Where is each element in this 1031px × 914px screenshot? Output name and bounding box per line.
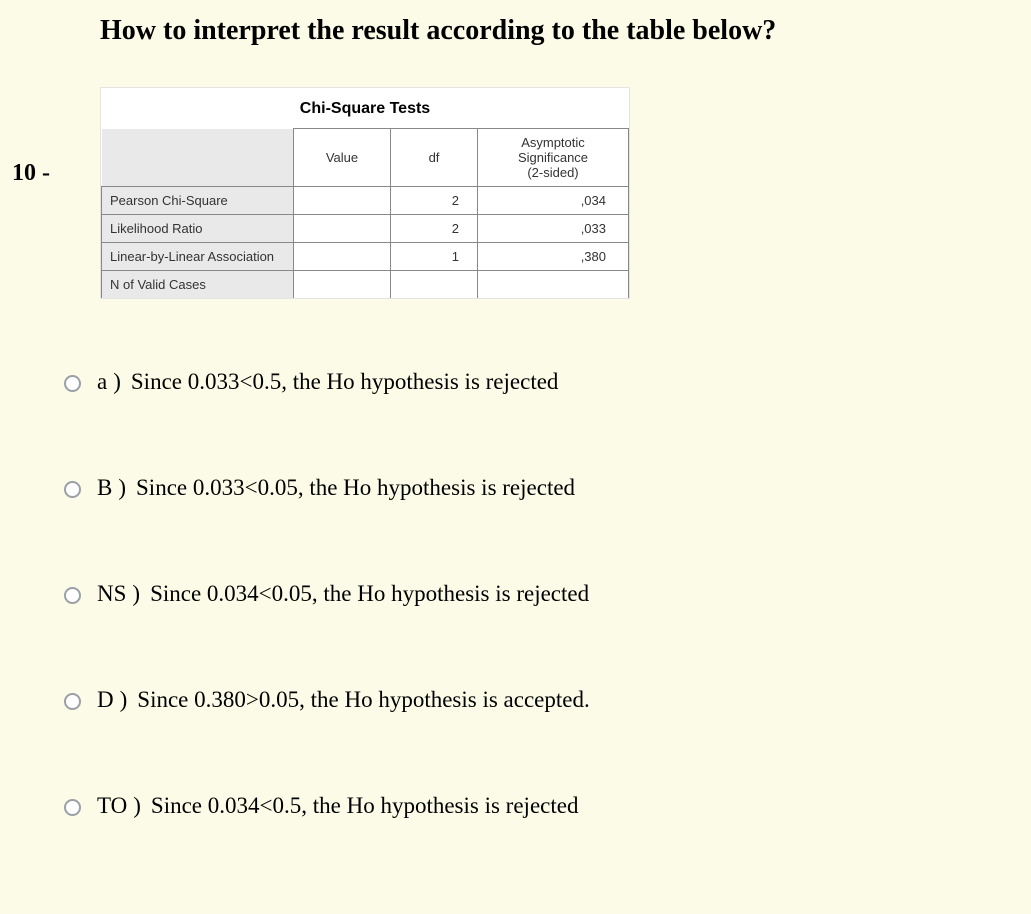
option-letter: TO	[97, 793, 127, 819]
option-b[interactable]: B ) Since 0.033<0.05, the Ho hypothesis …	[100, 475, 1031, 501]
option-letter: B	[97, 475, 112, 501]
option-radio[interactable]	[64, 799, 81, 816]
cell-df: 2	[391, 187, 478, 215]
table-title: Chi-Square Tests	[101, 88, 629, 128]
options-list: a ) Since 0.033<0.5, the Ho hypothesis i…	[100, 369, 1031, 819]
option-ns[interactable]: NS ) Since 0.034<0.05, the Ho hypothesis…	[100, 581, 1031, 607]
cell-value	[294, 187, 391, 215]
option-paren: )	[133, 793, 141, 819]
cell-sig: ,380	[478, 243, 629, 271]
table-row: Pearson Chi-Square 2 ,034	[102, 187, 629, 215]
cell-value	[294, 271, 391, 299]
option-paren: )	[118, 475, 126, 501]
chi-square-table: Chi-Square Tests Value df AsymptoticSign…	[100, 87, 630, 299]
question-title: How to interpret the result according to…	[0, 0, 1031, 47]
chi-square-data-table: Value df AsymptoticSignificance(2-sided)…	[101, 128, 629, 298]
table-row: Linear-by-Linear Association 1 ,380	[102, 243, 629, 271]
option-letter: D	[97, 687, 114, 713]
option-to[interactable]: TO ) Since 0.034<0.5, the Ho hypothesis …	[100, 793, 1031, 819]
option-text: Since 0.034<0.05, the Ho hypothesis is r…	[150, 581, 589, 607]
cell-sig: ,034	[478, 187, 629, 215]
option-text: Since 0.033<0.05, the Ho hypothesis is r…	[136, 475, 575, 501]
cell-df: 1	[391, 243, 478, 271]
row-label: Linear-by-Linear Association	[102, 243, 294, 271]
option-text: Since 0.034<0.5, the Ho hypothesis is re…	[151, 793, 579, 819]
cell-value	[294, 215, 391, 243]
option-letter: a	[97, 369, 107, 395]
cell-value	[294, 243, 391, 271]
option-paren: )	[113, 369, 121, 395]
table-header-row: Value df AsymptoticSignificance(2-sided)	[102, 129, 629, 187]
header-sig: AsymptoticSignificance(2-sided)	[478, 129, 629, 187]
option-d[interactable]: D ) Since 0.380>0.05, the Ho hypothesis …	[100, 687, 1031, 713]
option-text: Since 0.380>0.05, the Ho hypothesis is a…	[137, 687, 589, 713]
question-number: 10 -	[12, 160, 50, 187]
row-label: Likelihood Ratio	[102, 215, 294, 243]
table-row: N of Valid Cases	[102, 271, 629, 299]
header-df: df	[391, 129, 478, 187]
option-text: Since 0.033<0.5, the Ho hypothesis is re…	[131, 369, 559, 395]
option-radio[interactable]	[64, 481, 81, 498]
cell-df: 2	[391, 215, 478, 243]
option-paren: )	[132, 581, 140, 607]
option-radio[interactable]	[64, 375, 81, 392]
option-letter: NS	[97, 581, 126, 607]
option-paren: )	[120, 687, 128, 713]
cell-df	[391, 271, 478, 299]
header-value: Value	[294, 129, 391, 187]
cell-sig: ,033	[478, 215, 629, 243]
option-a[interactable]: a ) Since 0.033<0.5, the Ho hypothesis i…	[100, 369, 1031, 395]
table-row: Likelihood Ratio 2 ,033	[102, 215, 629, 243]
row-label: Pearson Chi-Square	[102, 187, 294, 215]
row-label: N of Valid Cases	[102, 271, 294, 299]
cell-sig	[478, 271, 629, 299]
option-radio[interactable]	[64, 693, 81, 710]
header-empty	[102, 129, 294, 187]
option-radio[interactable]	[64, 587, 81, 604]
